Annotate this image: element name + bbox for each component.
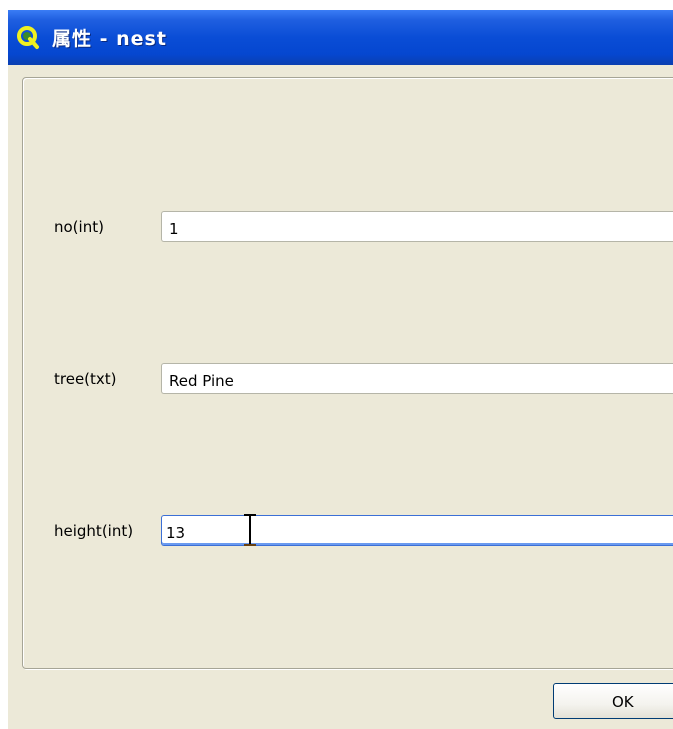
field-label-tree: tree(txt) bbox=[54, 370, 117, 388]
ok-button[interactable]: OK bbox=[553, 683, 673, 719]
field-label-no: no(int) bbox=[54, 218, 104, 236]
field-label-height: height(int) bbox=[54, 522, 134, 540]
window-title: 属性 - nest bbox=[52, 28, 167, 50]
text-cursor-icon bbox=[244, 514, 256, 546]
field-input-no[interactable]: 1 bbox=[161, 211, 673, 242]
title-bar[interactable]: 属性 - nest bbox=[8, 10, 673, 65]
qgis-icon bbox=[17, 26, 39, 49]
field-input-tree[interactable]: Red Pine bbox=[161, 363, 673, 394]
field-input-height[interactable]: 13 bbox=[161, 515, 673, 546]
